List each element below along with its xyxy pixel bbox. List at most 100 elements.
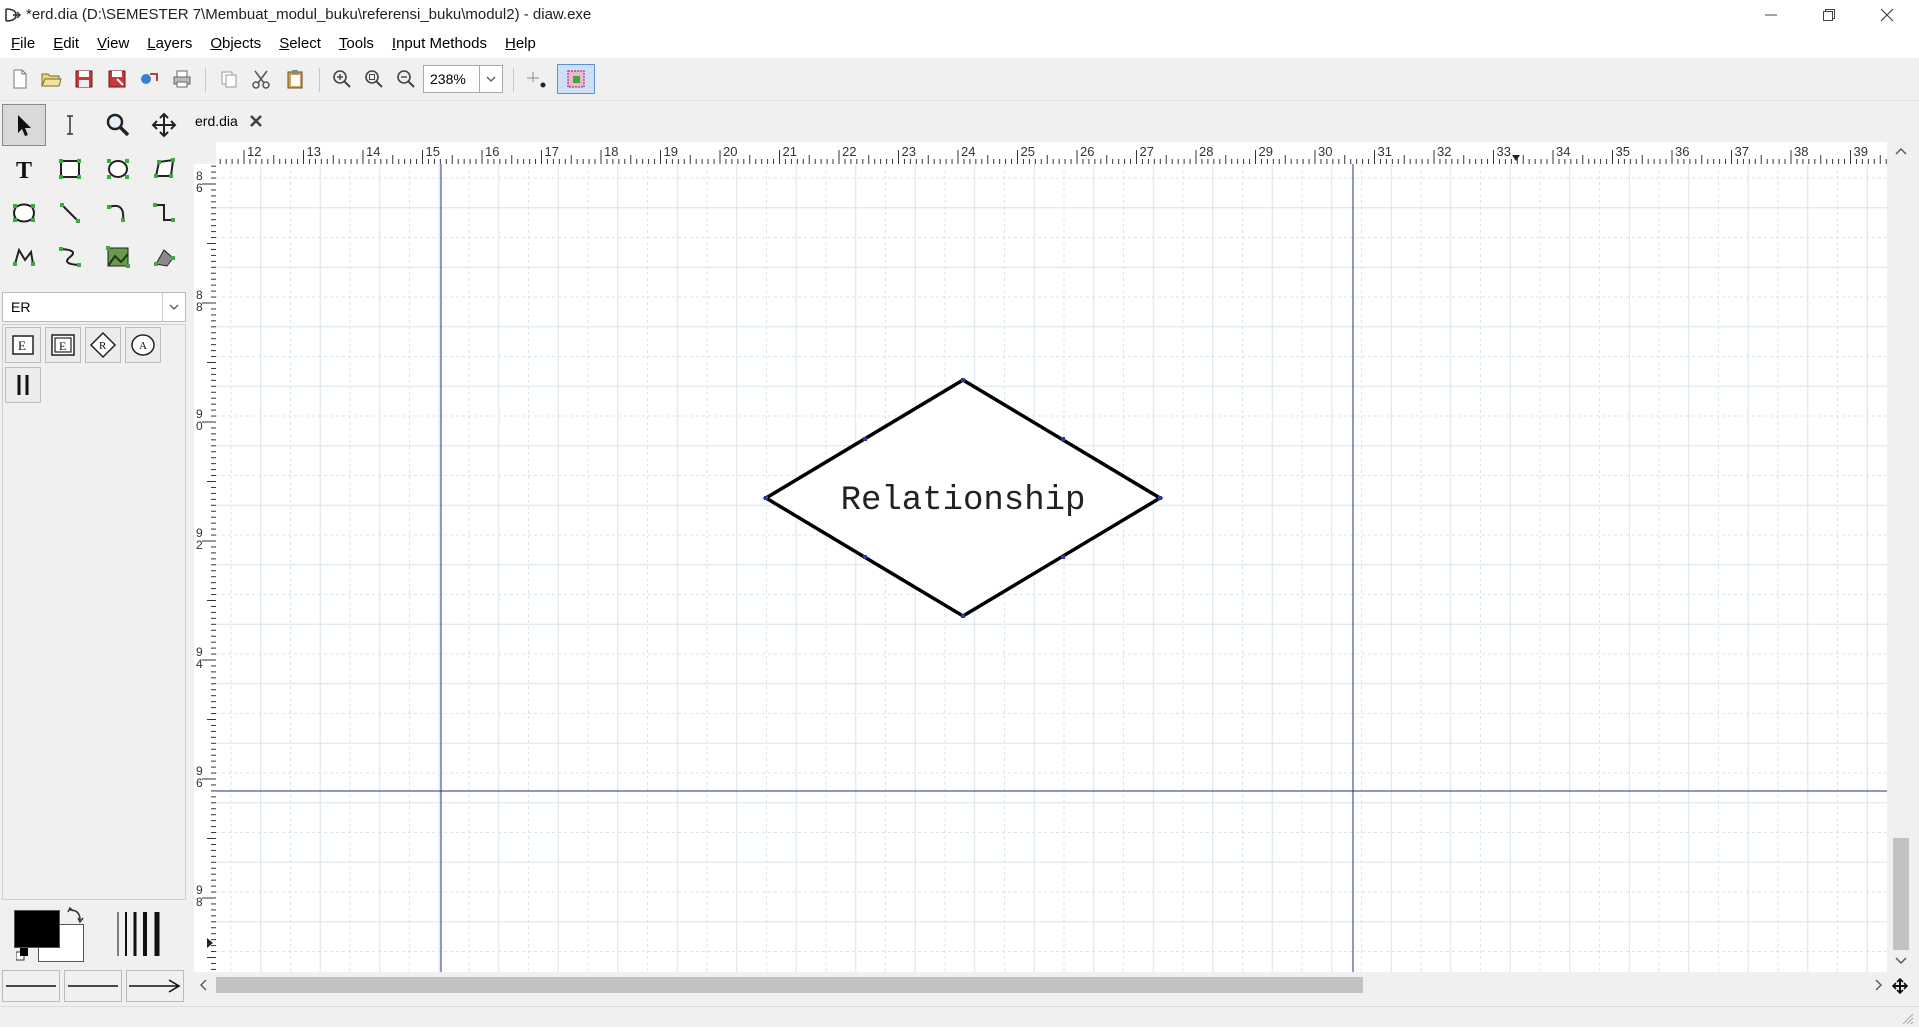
copy-button[interactable] — [216, 66, 242, 92]
zoom-fit-button[interactable] — [361, 66, 387, 92]
menu-tools[interactable]: Tools — [328, 30, 381, 58]
navigation-icon[interactable] — [1892, 978, 1908, 994]
line-width-selector[interactable] — [114, 910, 170, 958]
ellipse-tool[interactable] — [96, 148, 140, 190]
menu-help[interactable]: Help — [494, 30, 543, 58]
tab-close-icon[interactable] — [248, 113, 264, 129]
beziergon-tool[interactable] — [2, 192, 46, 234]
arc-icon — [107, 204, 125, 222]
ruler-label: 8 — [196, 300, 203, 314]
modify-tool[interactable] — [2, 104, 46, 146]
menu-edit[interactable]: Edit — [42, 30, 86, 58]
default-colors-icon[interactable] — [16, 948, 30, 962]
polygon-tool[interactable] — [142, 148, 186, 190]
sheet-selector[interactable]: ER — [2, 292, 186, 322]
status-bar — [0, 1006, 1919, 1027]
save-as-button[interactable] — [104, 66, 130, 92]
box-icon — [59, 159, 81, 179]
cut-icon — [252, 70, 270, 89]
swap-colors-icon[interactable] — [66, 906, 84, 924]
er-attribute-shape[interactable]: A — [125, 327, 161, 363]
show-connection-points-button[interactable] — [557, 64, 595, 94]
er-participation-shape[interactable] — [5, 367, 41, 403]
image-tool[interactable] — [96, 236, 140, 278]
line-style-selector[interactable] — [64, 970, 122, 1002]
save-button[interactable] — [71, 66, 97, 92]
cut-button[interactable] — [248, 66, 274, 92]
restore-button[interactable] — [1800, 0, 1858, 30]
image-icon — [106, 246, 130, 268]
outline-tool[interactable] — [142, 236, 186, 278]
zigzag-icon — [153, 203, 175, 222]
dia-app-icon — [5, 8, 21, 22]
text-tool[interactable]: T — [2, 148, 46, 190]
ruler-label: 36 — [1675, 144, 1689, 159]
diagram-canvas[interactable]: Relationship — [216, 164, 1887, 972]
print-button[interactable] — [169, 66, 195, 92]
ruler-label: 4 — [196, 657, 203, 671]
beziergon-icon — [13, 203, 35, 223]
arc-tool[interactable] — [96, 192, 140, 234]
polyline-tool[interactable] — [2, 236, 46, 278]
vertical-scrollbar[interactable] — [1890, 142, 1912, 972]
minimize-icon — [1765, 14, 1777, 16]
scroll-left-icon[interactable] — [198, 979, 208, 991]
menu-layers[interactable]: Layers — [136, 30, 199, 58]
vertical-scroll-thumb[interactable] — [1893, 838, 1909, 950]
zoom-in-button[interactable] — [329, 66, 355, 92]
zoom-value[interactable]: 238% — [424, 66, 479, 92]
er-entity-shape[interactable]: E — [5, 327, 41, 363]
magnify-tool[interactable] — [96, 104, 140, 146]
close-window-button[interactable] — [1858, 0, 1916, 30]
paste-button[interactable] — [282, 66, 308, 92]
text-edit-tool[interactable] — [48, 104, 92, 146]
box-tool[interactable] — [48, 148, 92, 190]
ruler-label: 34 — [1556, 144, 1570, 159]
horizontal-scrollbar[interactable] — [198, 974, 1890, 996]
new-button[interactable] — [7, 66, 33, 92]
horizontal-scroll-thumb[interactable] — [216, 977, 1363, 993]
menu-file[interactable]: File — [0, 30, 42, 58]
vertical-ruler: 86889092949698 — [194, 164, 217, 972]
menu-input-methods[interactable]: Input Methods — [381, 30, 494, 58]
zoom-out-button[interactable] — [393, 66, 419, 92]
ruler-label: 15 — [426, 144, 440, 159]
sheet-dropdown-button[interactable] — [162, 293, 185, 321]
tab-erd[interactable]: erd.dia — [192, 104, 277, 136]
menu-view[interactable]: View — [86, 30, 136, 58]
chevron-down-icon — [169, 304, 179, 310]
menu-objects[interactable]: Objects — [199, 30, 268, 58]
move-arrows-icon — [151, 112, 177, 138]
relationship-label[interactable]: Relationship — [841, 482, 1086, 520]
bezier-line-tool[interactable] — [48, 236, 92, 278]
menu-select[interactable]: Select — [268, 30, 328, 58]
zigzag-line-tool[interactable] — [142, 192, 186, 234]
resize-grip-icon[interactable] — [1900, 1011, 1914, 1025]
scroll-right-icon[interactable] — [1874, 979, 1884, 991]
line-tool[interactable] — [48, 192, 92, 234]
ruler-label: 30 — [1318, 144, 1332, 159]
snap-to-grid-button[interactable] — [523, 66, 549, 92]
paste-icon — [287, 70, 303, 89]
ruler-label: 28 — [1199, 144, 1213, 159]
ruler-label: 2 — [196, 538, 203, 552]
scroll-tool[interactable] — [142, 104, 186, 146]
tab-label[interactable]: erd.dia — [195, 113, 238, 129]
er-weak-entity-shape[interactable]: E — [45, 327, 81, 363]
line-start-icon — [6, 985, 56, 987]
zoom-combobox[interactable]: 238% — [423, 65, 503, 93]
end-arrow-selector[interactable] — [126, 970, 184, 1002]
sheet-selected-value[interactable]: ER — [11, 299, 30, 315]
scroll-up-icon[interactable] — [1895, 146, 1907, 156]
relationship-shape[interactable]: Relationship — [762, 377, 1164, 619]
minimize-button[interactable] — [1742, 0, 1800, 30]
start-arrow-selector[interactable] — [2, 970, 60, 1002]
export-button[interactable] — [136, 66, 162, 92]
ruler-label: 21 — [783, 144, 797, 159]
copy-icon — [221, 71, 237, 88]
vertical-ruler-ticks: 86889092949698 — [196, 165, 216, 970]
open-button[interactable] — [38, 66, 64, 92]
zoom-dropdown-button[interactable] — [479, 66, 502, 92]
scroll-down-icon[interactable] — [1895, 956, 1907, 966]
er-relationship-shape[interactable]: R — [85, 327, 121, 363]
